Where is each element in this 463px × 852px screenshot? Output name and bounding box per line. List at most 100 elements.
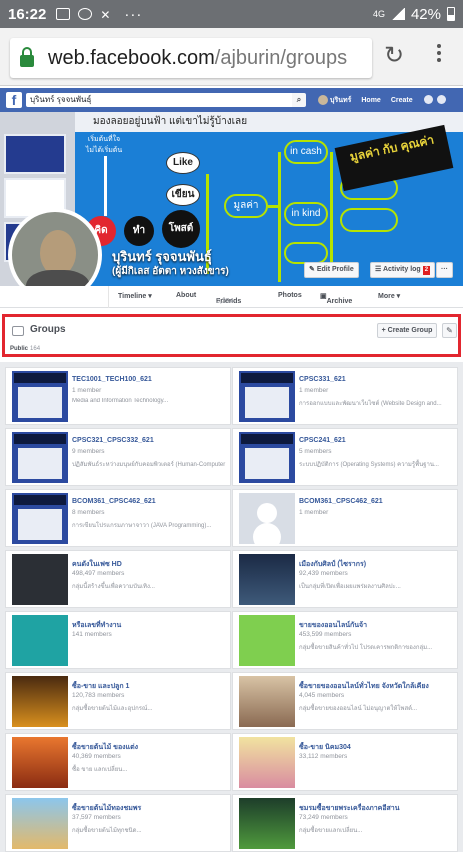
group-members: 73,249 members bbox=[299, 814, 348, 821]
group-card[interactable]: BCOM361_CPSC462_621 1 member bbox=[232, 489, 458, 547]
group-name[interactable]: BCOM361_CPSC462_621 bbox=[299, 498, 453, 505]
group-thumbnail[interactable] bbox=[239, 676, 295, 727]
group-thumbnail[interactable] bbox=[239, 615, 295, 666]
branch-line bbox=[278, 152, 281, 282]
group-name[interactable]: ซื้อขายต้นไม้ ของแต่ง bbox=[72, 742, 226, 753]
group-thumbnail[interactable] bbox=[12, 432, 68, 483]
messenger-icon[interactable] bbox=[437, 95, 446, 104]
group-card[interactable]: CPSC331_621 1 member การออกแบบและพัฒนาเว… bbox=[232, 367, 458, 425]
group-members: 8 members bbox=[72, 509, 105, 516]
group-thumbnail[interactable] bbox=[12, 554, 68, 605]
battery-icon bbox=[447, 7, 455, 21]
group-thumbnail[interactable] bbox=[239, 432, 295, 483]
group-name[interactable]: ชมรมซื้อขายพระเครื่องภาคอีสาน bbox=[299, 803, 453, 814]
group-thumbnail[interactable] bbox=[239, 554, 295, 605]
tab-photos[interactable]: Photos bbox=[278, 292, 302, 299]
group-thumbnail[interactable] bbox=[12, 798, 68, 849]
group-name[interactable]: CPSC241_621 bbox=[299, 437, 453, 444]
tab-more[interactable]: More ▾ bbox=[378, 292, 400, 300]
group-thumbnail[interactable] bbox=[12, 493, 68, 544]
reload-icon[interactable]: ↻ bbox=[384, 44, 404, 68]
group-description: การออกแบบและพัฒนาเว็บไซต์ (Website Desig… bbox=[299, 401, 442, 407]
group-name[interactable]: ซื้อขายต้นไม้ทองชมพร bbox=[72, 803, 226, 814]
group-card[interactable]: คนดังในเฟซ HD 498,497 members กลุ่มนี้สร… bbox=[5, 550, 231, 608]
nav-home[interactable]: Home bbox=[361, 97, 380, 104]
group-description: กลุ่มซื้อขายของออนไลน์ ไม่อนุญาตให้โพสต์… bbox=[299, 706, 418, 712]
group-card[interactable]: ชมรมซื้อขายพระเครื่องภาคอีสาน 73,249 mem… bbox=[232, 794, 458, 852]
address-bar[interactable]: web.facebook.com/ajburin/groups?ls bbox=[10, 38, 372, 78]
group-name[interactable]: เมืองกับศิลป์ (ไซรากร) bbox=[299, 559, 453, 570]
group-name[interactable]: CPSC321_CPSC332_621 bbox=[72, 437, 226, 444]
url-text[interactable]: web.facebook.com/ajburin/groups?ls bbox=[48, 47, 348, 70]
group-name[interactable]: ขายของออนไลน์กันจ้า bbox=[299, 620, 453, 631]
friend-requests-icon[interactable] bbox=[424, 95, 433, 104]
battery-percent: 42% bbox=[410, 5, 441, 23]
group-card[interactable]: หรือเลขที่ทำงาน 141 members bbox=[5, 611, 231, 669]
group-card[interactable]: BCOM361_CPSC462_621 8 members การเขียนโป… bbox=[5, 489, 231, 547]
group-card[interactable]: ซื้อขายของออนไลน์ทั่วไทย จังหวัดใกล้เคีย… bbox=[232, 672, 458, 730]
lock-icon bbox=[20, 47, 34, 67]
group-name[interactable]: ซื้อ-ขาย และปลูก 1 bbox=[72, 681, 226, 692]
groups-header: Groups Public 164 + Create Group ✎ bbox=[2, 314, 461, 357]
group-name[interactable]: หรือเลขที่ทำงาน bbox=[72, 620, 226, 631]
group-card[interactable]: ซื้อ-ขาย และปลูก 1 120,783 members กลุ่ม… bbox=[5, 672, 231, 730]
group-description: ซื้อ ขาย แลกเปลี่ยน... bbox=[72, 767, 128, 773]
group-thumbnail[interactable] bbox=[239, 798, 295, 849]
group-card[interactable]: ซื้อขายต้นไม้ ของแต่ง 40,369 members ซื้… bbox=[5, 733, 231, 791]
group-name[interactable]: คนดังในเฟซ HD bbox=[72, 559, 226, 570]
group-card[interactable]: CPSC241_621 5 members ระบบปฏิบัติการ (Op… bbox=[232, 428, 458, 486]
groups-title[interactable]: Groups bbox=[30, 324, 66, 335]
user-shortcut[interactable]: บุรินทร์ bbox=[318, 94, 351, 106]
group-card[interactable]: เมืองกับศิลป์ (ไซรากร) 92,439 members เป… bbox=[232, 550, 458, 608]
group-members: 33,112 members bbox=[299, 753, 348, 760]
search-icon[interactable]: ⌕ bbox=[292, 93, 306, 107]
group-card[interactable]: CPSC321_CPSC332_621 9 members ปฏิสัมพันธ… bbox=[5, 428, 231, 486]
create-group-button[interactable]: + Create Group bbox=[377, 323, 437, 338]
profile-subtitle: (ผู้มีกิเลส อัตตา หวงสังขาร) bbox=[112, 266, 229, 277]
group-name[interactable]: TEC1001_TECH100_621 bbox=[72, 376, 226, 383]
group-thumbnail[interactable] bbox=[12, 737, 68, 788]
more-options-button[interactable]: ··· bbox=[436, 262, 453, 278]
facebook-logo-icon[interactable]: f bbox=[6, 92, 22, 108]
group-card[interactable]: TEC1001_TECH100_621 1 member Media and I… bbox=[5, 367, 231, 425]
group-name[interactable]: ซื้อ-ขาย นิคม304 bbox=[299, 742, 453, 753]
node-post: โพสต์ bbox=[162, 210, 200, 248]
group-description: กลุ่มซื้อขายต้นไม้ทุกชนิด... bbox=[72, 828, 142, 834]
group-name[interactable]: CPSC331_621 bbox=[299, 376, 453, 383]
group-description: ระบบปฏิบัติการ (Operating Systems) ความร… bbox=[299, 462, 439, 468]
group-members: 498,497 members bbox=[72, 570, 125, 577]
group-members: 5 members bbox=[299, 448, 332, 455]
more-notifications-icon: ··· bbox=[124, 5, 143, 23]
tab-timeline[interactable]: Timeline ▾ bbox=[118, 292, 152, 300]
tab-about[interactable]: About bbox=[176, 292, 196, 299]
oval-value: มูลค่า bbox=[224, 194, 268, 218]
group-thumbnail[interactable] bbox=[12, 615, 68, 666]
group-thumbnail[interactable] bbox=[239, 737, 295, 788]
group-members: 37,597 members bbox=[72, 814, 121, 821]
tab-archive[interactable]: ▣ Archive bbox=[320, 292, 352, 305]
pencil-icon[interactable]: ✎ bbox=[442, 323, 457, 338]
group-card[interactable]: ซื้อขายต้นไม้ทองชมพร 37,597 members กลุ่… bbox=[5, 794, 231, 852]
group-members: 453,599 members bbox=[299, 631, 352, 638]
edit-profile-button[interactable]: ✎ Edit Profile bbox=[304, 262, 359, 278]
group-description: Media and Information Technology... bbox=[72, 398, 169, 404]
group-thumbnail[interactable] bbox=[239, 493, 295, 544]
group-description: การเขียนโปรแกรมภาษาจาวา (JAVA Programmin… bbox=[72, 523, 212, 529]
group-thumbnail[interactable] bbox=[12, 371, 68, 422]
activity-badge: 2 bbox=[422, 266, 431, 275]
nav-create[interactable]: Create bbox=[391, 97, 413, 104]
group-name[interactable]: ซื้อขายของออนไลน์ทั่วไทย จังหวัดใกล้เคีย… bbox=[299, 681, 453, 692]
timeline-nav: Timeline ▾ About Friends 3,394 Photos ▣ … bbox=[0, 286, 463, 308]
groups-public-count: Public 164 bbox=[10, 346, 41, 352]
group-name[interactable]: BCOM361_CPSC462_621 bbox=[72, 498, 226, 505]
group-card[interactable]: ขายของออนไลน์กันจ้า 453,599 members กลุ่… bbox=[232, 611, 458, 669]
network-type: 4G bbox=[372, 8, 385, 19]
group-card[interactable]: ซื้อ-ขาย นิคม304 33,112 members bbox=[232, 733, 458, 791]
groups-icon bbox=[12, 326, 24, 336]
activity-log-button[interactable]: ☰ Activity log 2 bbox=[370, 262, 436, 278]
group-thumbnail[interactable] bbox=[12, 676, 68, 727]
search-input[interactable]: บุรินทร์ รุจจนพันธุ์ bbox=[26, 93, 304, 107]
menu-kebab-icon[interactable] bbox=[436, 44, 442, 62]
group-thumbnail[interactable] bbox=[239, 371, 295, 422]
group-description: กลุ่มซื้อขายสินค้าทั่วไป โปรดเคารพกติกาข… bbox=[299, 645, 433, 651]
